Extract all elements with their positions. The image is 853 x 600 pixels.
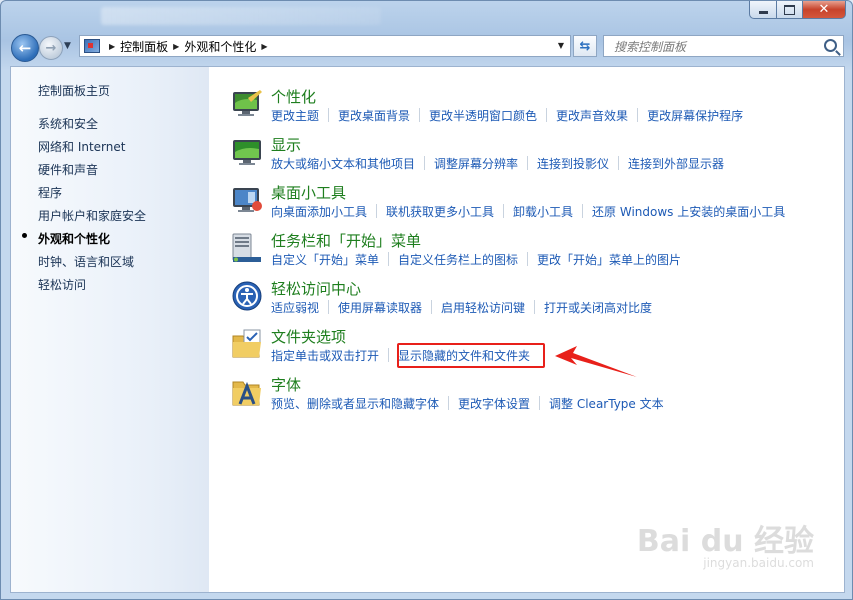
window-title-blurred bbox=[101, 7, 381, 25]
category-title-personalization[interactable]: 个性化 bbox=[271, 86, 316, 107]
category-title-folder-options[interactable]: 文件夹选项 bbox=[271, 326, 346, 347]
separator bbox=[419, 108, 421, 122]
content-area: 控制面板主页 系统和安全 网络和 Internet 硬件和声音 程序 用户帐户和… bbox=[10, 66, 845, 593]
forward-button[interactable]: → bbox=[39, 36, 63, 60]
category-title-ease-of-access[interactable]: 轻松访问中心 bbox=[271, 278, 361, 299]
minimize-icon bbox=[758, 10, 768, 14]
link-change-desktop-background[interactable]: 更改桌面背景 bbox=[338, 107, 410, 124]
fonts-icon[interactable] bbox=[231, 376, 263, 408]
link-change-window-color[interactable]: 更改半透明窗口颜色 bbox=[429, 107, 537, 124]
link-restore-gadgets[interactable]: 还原 Windows 上安装的桌面小工具 bbox=[592, 203, 785, 220]
separator bbox=[539, 396, 541, 410]
link-single-double-click[interactable]: 指定单击或双击打开 bbox=[271, 347, 379, 364]
link-uninstall-gadget[interactable]: 卸载小工具 bbox=[513, 203, 573, 220]
window-frame: ✕ ← → ▼ ▶ 控制面板 ▶ 外观和个性化 ▶ ▼ ⇆ 控制面板主页 系统和… bbox=[0, 0, 853, 600]
sidebar-item-ease-of-access[interactable]: 轻松访问 bbox=[38, 276, 86, 293]
separator bbox=[534, 300, 536, 314]
link-add-gadgets[interactable]: 向桌面添加小工具 bbox=[271, 203, 367, 220]
sidebar-item-programs[interactable]: 程序 bbox=[38, 184, 62, 201]
link-high-contrast[interactable]: 打开或关闭高对比度 bbox=[544, 299, 652, 316]
display-icon[interactable] bbox=[231, 136, 263, 168]
refresh-icon: ⇆ bbox=[579, 38, 591, 54]
separator bbox=[637, 108, 639, 122]
separator bbox=[376, 204, 378, 218]
maximize-button[interactable] bbox=[776, 1, 802, 19]
sidebar-item-hardware-sound[interactable]: 硬件和声音 bbox=[38, 161, 98, 178]
breadcrumb-arrow-icon[interactable]: ▶ bbox=[173, 42, 179, 51]
gadgets-icon[interactable] bbox=[231, 184, 263, 216]
close-icon: ✕ bbox=[818, 2, 830, 17]
separator bbox=[546, 108, 548, 122]
separator bbox=[527, 252, 529, 266]
address-bar[interactable]: ▶ 控制面板 ▶ 外观和个性化 ▶ ▼ bbox=[79, 35, 571, 57]
category-title-display[interactable]: 显示 bbox=[271, 134, 301, 155]
link-connect-projector[interactable]: 连接到投影仪 bbox=[537, 155, 609, 172]
folder-options-icon[interactable] bbox=[231, 328, 263, 360]
separator bbox=[424, 156, 426, 170]
link-adjust-resolution[interactable]: 调整屏幕分辨率 bbox=[434, 155, 518, 172]
link-change-screensaver[interactable]: 更改屏幕保护程序 bbox=[647, 107, 743, 124]
breadcrumb-arrow-icon[interactable]: ▶ bbox=[109, 42, 115, 51]
link-change-start-picture[interactable]: 更改「开始」菜单上的图片 bbox=[537, 251, 681, 268]
link-cleartype[interactable]: 调整 ClearType 文本 bbox=[549, 395, 664, 412]
separator bbox=[503, 204, 505, 218]
ease-of-access-icon[interactable] bbox=[231, 280, 263, 312]
link-zoom-text[interactable]: 放大或缩小文本和其他项目 bbox=[271, 155, 415, 172]
sidebar: 控制面板主页 系统和安全 网络和 Internet 硬件和声音 程序 用户帐户和… bbox=[11, 67, 209, 592]
search-icon[interactable] bbox=[824, 39, 837, 52]
link-customize-start-menu[interactable]: 自定义「开始」菜单 bbox=[271, 251, 379, 268]
search-input[interactable] bbox=[612, 37, 826, 57]
control-panel-icon bbox=[84, 39, 100, 53]
breadcrumb-arrow-icon[interactable]: ▶ bbox=[261, 42, 267, 51]
separator bbox=[388, 348, 390, 362]
separator bbox=[582, 204, 584, 218]
back-arrow-icon: ← bbox=[18, 39, 32, 57]
link-change-theme[interactable]: 更改主题 bbox=[271, 107, 319, 124]
active-bullet-icon bbox=[22, 233, 27, 238]
link-change-sound-effects[interactable]: 更改声音效果 bbox=[556, 107, 628, 124]
address-dropdown-icon[interactable]: ▼ bbox=[558, 41, 564, 50]
link-screen-reader[interactable]: 使用屏幕读取器 bbox=[338, 299, 422, 316]
link-connect-external-display[interactable]: 连接到外部显示器 bbox=[628, 155, 724, 172]
category-title-gadgets[interactable]: 桌面小工具 bbox=[271, 182, 346, 203]
sidebar-item-system-security[interactable]: 系统和安全 bbox=[38, 115, 98, 132]
link-font-settings[interactable]: 更改字体设置 bbox=[458, 395, 530, 412]
back-button[interactable]: ← bbox=[11, 34, 39, 62]
category-title-taskbar[interactable]: 任务栏和「开始」菜单 bbox=[271, 230, 421, 251]
maximize-icon bbox=[784, 4, 795, 15]
breadcrumb-control-panel[interactable]: 控制面板 bbox=[120, 38, 168, 55]
annotation-arrow-icon bbox=[555, 346, 637, 377]
search-box[interactable] bbox=[603, 35, 844, 57]
link-customize-taskbar-icons[interactable]: 自定义任务栏上的图标 bbox=[398, 251, 518, 268]
sidebar-item-network[interactable]: 网络和 Internet bbox=[38, 138, 125, 155]
sidebar-item-appearance[interactable]: 外观和个性化 bbox=[38, 230, 110, 247]
separator bbox=[328, 108, 330, 122]
breadcrumb-appearance[interactable]: 外观和个性化 bbox=[184, 38, 256, 55]
separator bbox=[448, 396, 450, 410]
separator bbox=[618, 156, 620, 170]
sidebar-item-home[interactable]: 控制面板主页 bbox=[38, 82, 110, 99]
sidebar-item-clock-region[interactable]: 时钟、语言和区域 bbox=[38, 253, 134, 270]
personalization-icon[interactable] bbox=[231, 88, 263, 120]
link-low-vision[interactable]: 适应弱视 bbox=[271, 299, 319, 316]
recent-pages-dropdown[interactable]: ▼ bbox=[64, 41, 71, 51]
watermark-brand: Bai du 经验 bbox=[636, 524, 814, 559]
link-ease-keys[interactable]: 启用轻松访问键 bbox=[441, 299, 525, 316]
refresh-button[interactable]: ⇆ bbox=[573, 35, 597, 57]
separator bbox=[388, 252, 390, 266]
separator bbox=[431, 300, 433, 314]
minimize-button[interactable] bbox=[749, 1, 776, 19]
separator bbox=[328, 300, 330, 314]
close-button[interactable]: ✕ bbox=[802, 1, 846, 19]
forward-arrow-icon: → bbox=[45, 40, 57, 56]
sidebar-item-user-accounts[interactable]: 用户帐户和家庭安全 bbox=[38, 207, 146, 224]
link-get-more-gadgets[interactable]: 联机获取更多小工具 bbox=[386, 203, 494, 220]
annotation-highlight-box bbox=[397, 343, 545, 368]
taskbar-icon[interactable] bbox=[231, 232, 263, 264]
link-preview-fonts[interactable]: 预览、删除或者显示和隐藏字体 bbox=[271, 395, 439, 412]
baidu-watermark: Bai du 经验 jingyan.baidu.com bbox=[637, 516, 814, 570]
category-title-fonts[interactable]: 字体 bbox=[271, 374, 301, 395]
window-controls: ✕ bbox=[749, 1, 846, 21]
separator bbox=[527, 156, 529, 170]
